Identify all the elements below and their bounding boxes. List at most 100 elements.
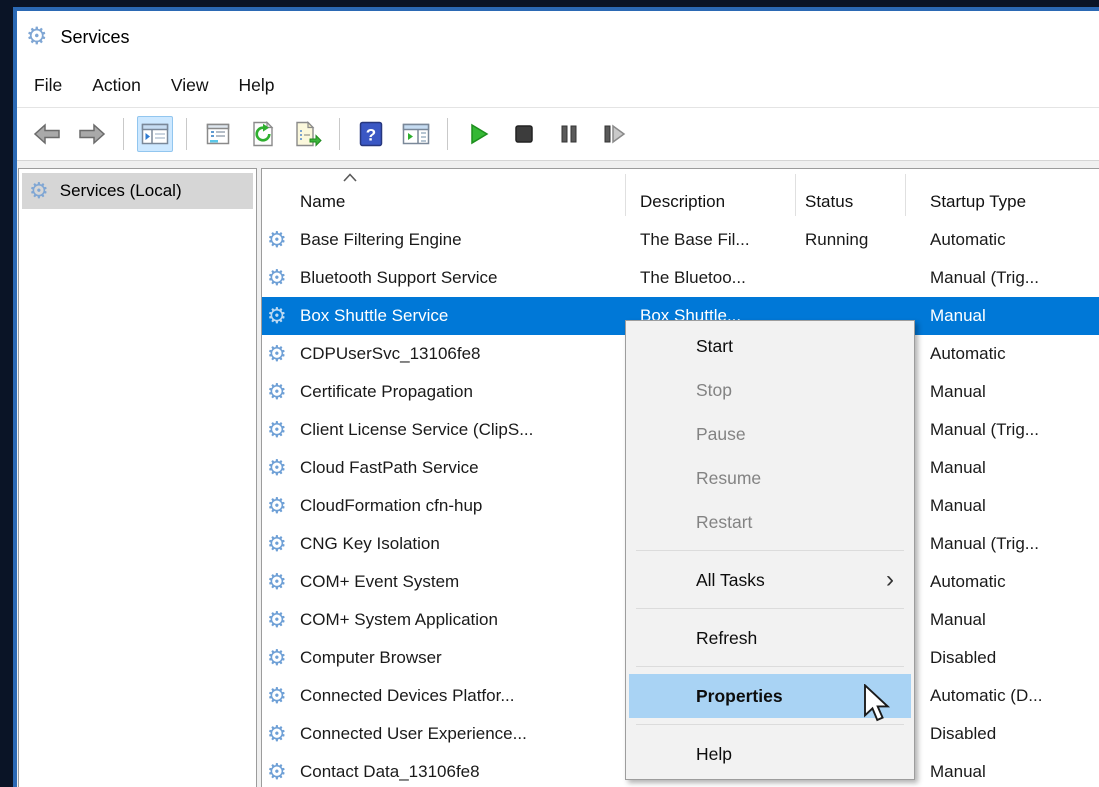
gear-icon: ⚙ [267, 569, 287, 594]
menu-help[interactable]: Help [223, 69, 289, 102]
menu-view[interactable]: View [156, 69, 224, 102]
menu-separator [636, 666, 904, 667]
properties-dialog-icon[interactable] [200, 116, 236, 152]
menu-item-pause: Pause [696, 424, 746, 444]
cell-name: Connected Devices Platfor... [300, 686, 515, 705]
cell-startup-type: Automatic [930, 344, 1006, 363]
cell-name: COM+ Event System [300, 572, 460, 591]
restart-service-icon[interactable] [596, 116, 632, 152]
services-window: ⚙ Services File Action View Help ? ⚙ Servic… [13, 7, 1099, 787]
list-header: Name Description Status Startup Type [262, 169, 1099, 221]
cell-startup-type: Automatic [930, 230, 1006, 249]
stop-service-icon[interactable] [506, 116, 542, 152]
refresh-icon[interactable] [245, 116, 281, 152]
column-header-status[interactable]: Status [805, 192, 853, 212]
menu-item-stop: Stop [696, 380, 732, 400]
gear-icon: ⚙ [267, 531, 287, 556]
show-console-tree-icon[interactable] [137, 116, 173, 152]
gear-icon: ⚙ [267, 645, 287, 670]
column-header-description[interactable]: Description [640, 192, 725, 212]
menu-item-help[interactable]: Help [626, 732, 914, 776]
pause-service-icon[interactable] [551, 116, 587, 152]
gear-icon: ⚙ [267, 607, 287, 632]
menu-bar: File Action View Help [17, 63, 1099, 107]
column-divider[interactable] [795, 174, 796, 216]
toolbar-separator [339, 118, 340, 150]
svg-text:?: ? [366, 126, 376, 145]
help-icon[interactable]: ? [353, 116, 389, 152]
start-service-icon[interactable] [461, 116, 497, 152]
cell-name: COM+ System Application [300, 610, 498, 629]
desktop: ⚙ Services File Action View Help ? ⚙ Servic… [0, 0, 1099, 787]
cell-name: CNG Key Isolation [300, 534, 440, 553]
toolbar: ? [17, 107, 1099, 161]
gear-icon: ⚙ [267, 759, 287, 784]
back-icon[interactable] [29, 116, 65, 152]
cell-startup-type: Manual [930, 382, 986, 401]
gear-icon: ⚙ [267, 341, 287, 366]
cell-startup-type: Disabled [930, 648, 997, 667]
service-row[interactable]: ⚙ Base Filtering Engine The Base Fil... Run… [262, 221, 1099, 259]
cell-name: Base Filtering Engine [300, 230, 462, 249]
cell-description: The Base Fil... [640, 230, 750, 249]
cell-startup-type: Manual [930, 306, 986, 325]
submenu-arrow-icon: › [886, 566, 894, 593]
column-divider[interactable] [905, 174, 906, 216]
gear-icon: ⚙ [29, 178, 49, 203]
menu-separator [636, 724, 904, 725]
gear-icon: ⚙ [267, 683, 287, 708]
menu-item-refresh[interactable]: Refresh [626, 616, 914, 660]
console-tree-panel: ⚙ Services (Local) [18, 168, 257, 787]
menu-item-resume: Resume [696, 468, 762, 488]
cell-name: CDPUserSvc_13106fe8 [300, 344, 481, 363]
gear-icon: ⚙ [267, 227, 287, 252]
cell-name: Cloud FastPath Service [300, 458, 479, 477]
column-divider[interactable] [625, 174, 626, 216]
menu-file[interactable]: File [19, 69, 77, 102]
gear-icon: ⚙ [267, 417, 287, 442]
toolbar-separator [447, 118, 448, 150]
cell-name: Box Shuttle Service [300, 306, 449, 325]
workspace: ⚙ Services (Local) Name Description Status… [17, 161, 1099, 787]
toolbar-separator [186, 118, 187, 150]
cell-status: Running [805, 230, 869, 249]
cell-name: Bluetooth Support Service [300, 268, 498, 287]
gear-icon: ⚙ [267, 303, 287, 328]
gear-icon: ⚙ [267, 455, 287, 480]
gear-icon: ⚙ [267, 493, 287, 518]
sort-ascending-icon [343, 173, 357, 182]
cell-description: The Bluetoo... [640, 268, 746, 287]
cell-startup-type: Manual [930, 610, 986, 629]
service-row[interactable]: ⚙ Bluetooth Support Service The Bluetoo...… [262, 259, 1099, 297]
cell-startup-type: Manual [930, 458, 986, 477]
cell-name: Contact Data_13106fe8 [300, 762, 480, 781]
column-header-startup-type[interactable]: Startup Type [930, 192, 1026, 212]
gear-icon: ⚙ [267, 265, 287, 290]
column-header-name[interactable]: Name [300, 192, 345, 212]
menu-separator [636, 550, 904, 551]
cell-name: Client License Service (ClipS... [300, 420, 534, 439]
cell-startup-type: Manual [930, 496, 986, 515]
cell-startup-type: Disabled [930, 724, 997, 743]
cell-startup-type: Manual (Trig... [930, 534, 1039, 553]
gear-icon: ⚙ [267, 721, 287, 746]
menu-item-start[interactable]: Start [626, 324, 914, 368]
menu-item-all-tasks[interactable]: All Tasks › [626, 558, 914, 602]
cell-startup-type: Automatic (D... [930, 686, 1043, 705]
window-title: Services [60, 26, 130, 47]
cell-startup-type: Automatic [930, 572, 1006, 591]
forward-icon[interactable] [74, 116, 110, 152]
cell-name: CloudFormation cfn-hup [300, 496, 483, 515]
export-list-icon[interactable] [290, 116, 326, 152]
tree-item-services-local[interactable]: ⚙ Services (Local) [22, 173, 253, 209]
services-app-icon: ⚙ [26, 23, 48, 50]
gear-icon: ⚙ [267, 379, 287, 404]
title-bar: ⚙ Services [17, 11, 1099, 63]
menu-action[interactable]: Action [77, 69, 156, 102]
cell-startup-type: Manual (Trig... [930, 268, 1039, 287]
tree-item-label: Services (Local) [59, 181, 182, 200]
show-action-pane-icon[interactable] [398, 116, 434, 152]
mouse-cursor [864, 684, 891, 722]
toolbar-separator [123, 118, 124, 150]
cell-startup-type: Manual (Trig... [930, 420, 1039, 439]
